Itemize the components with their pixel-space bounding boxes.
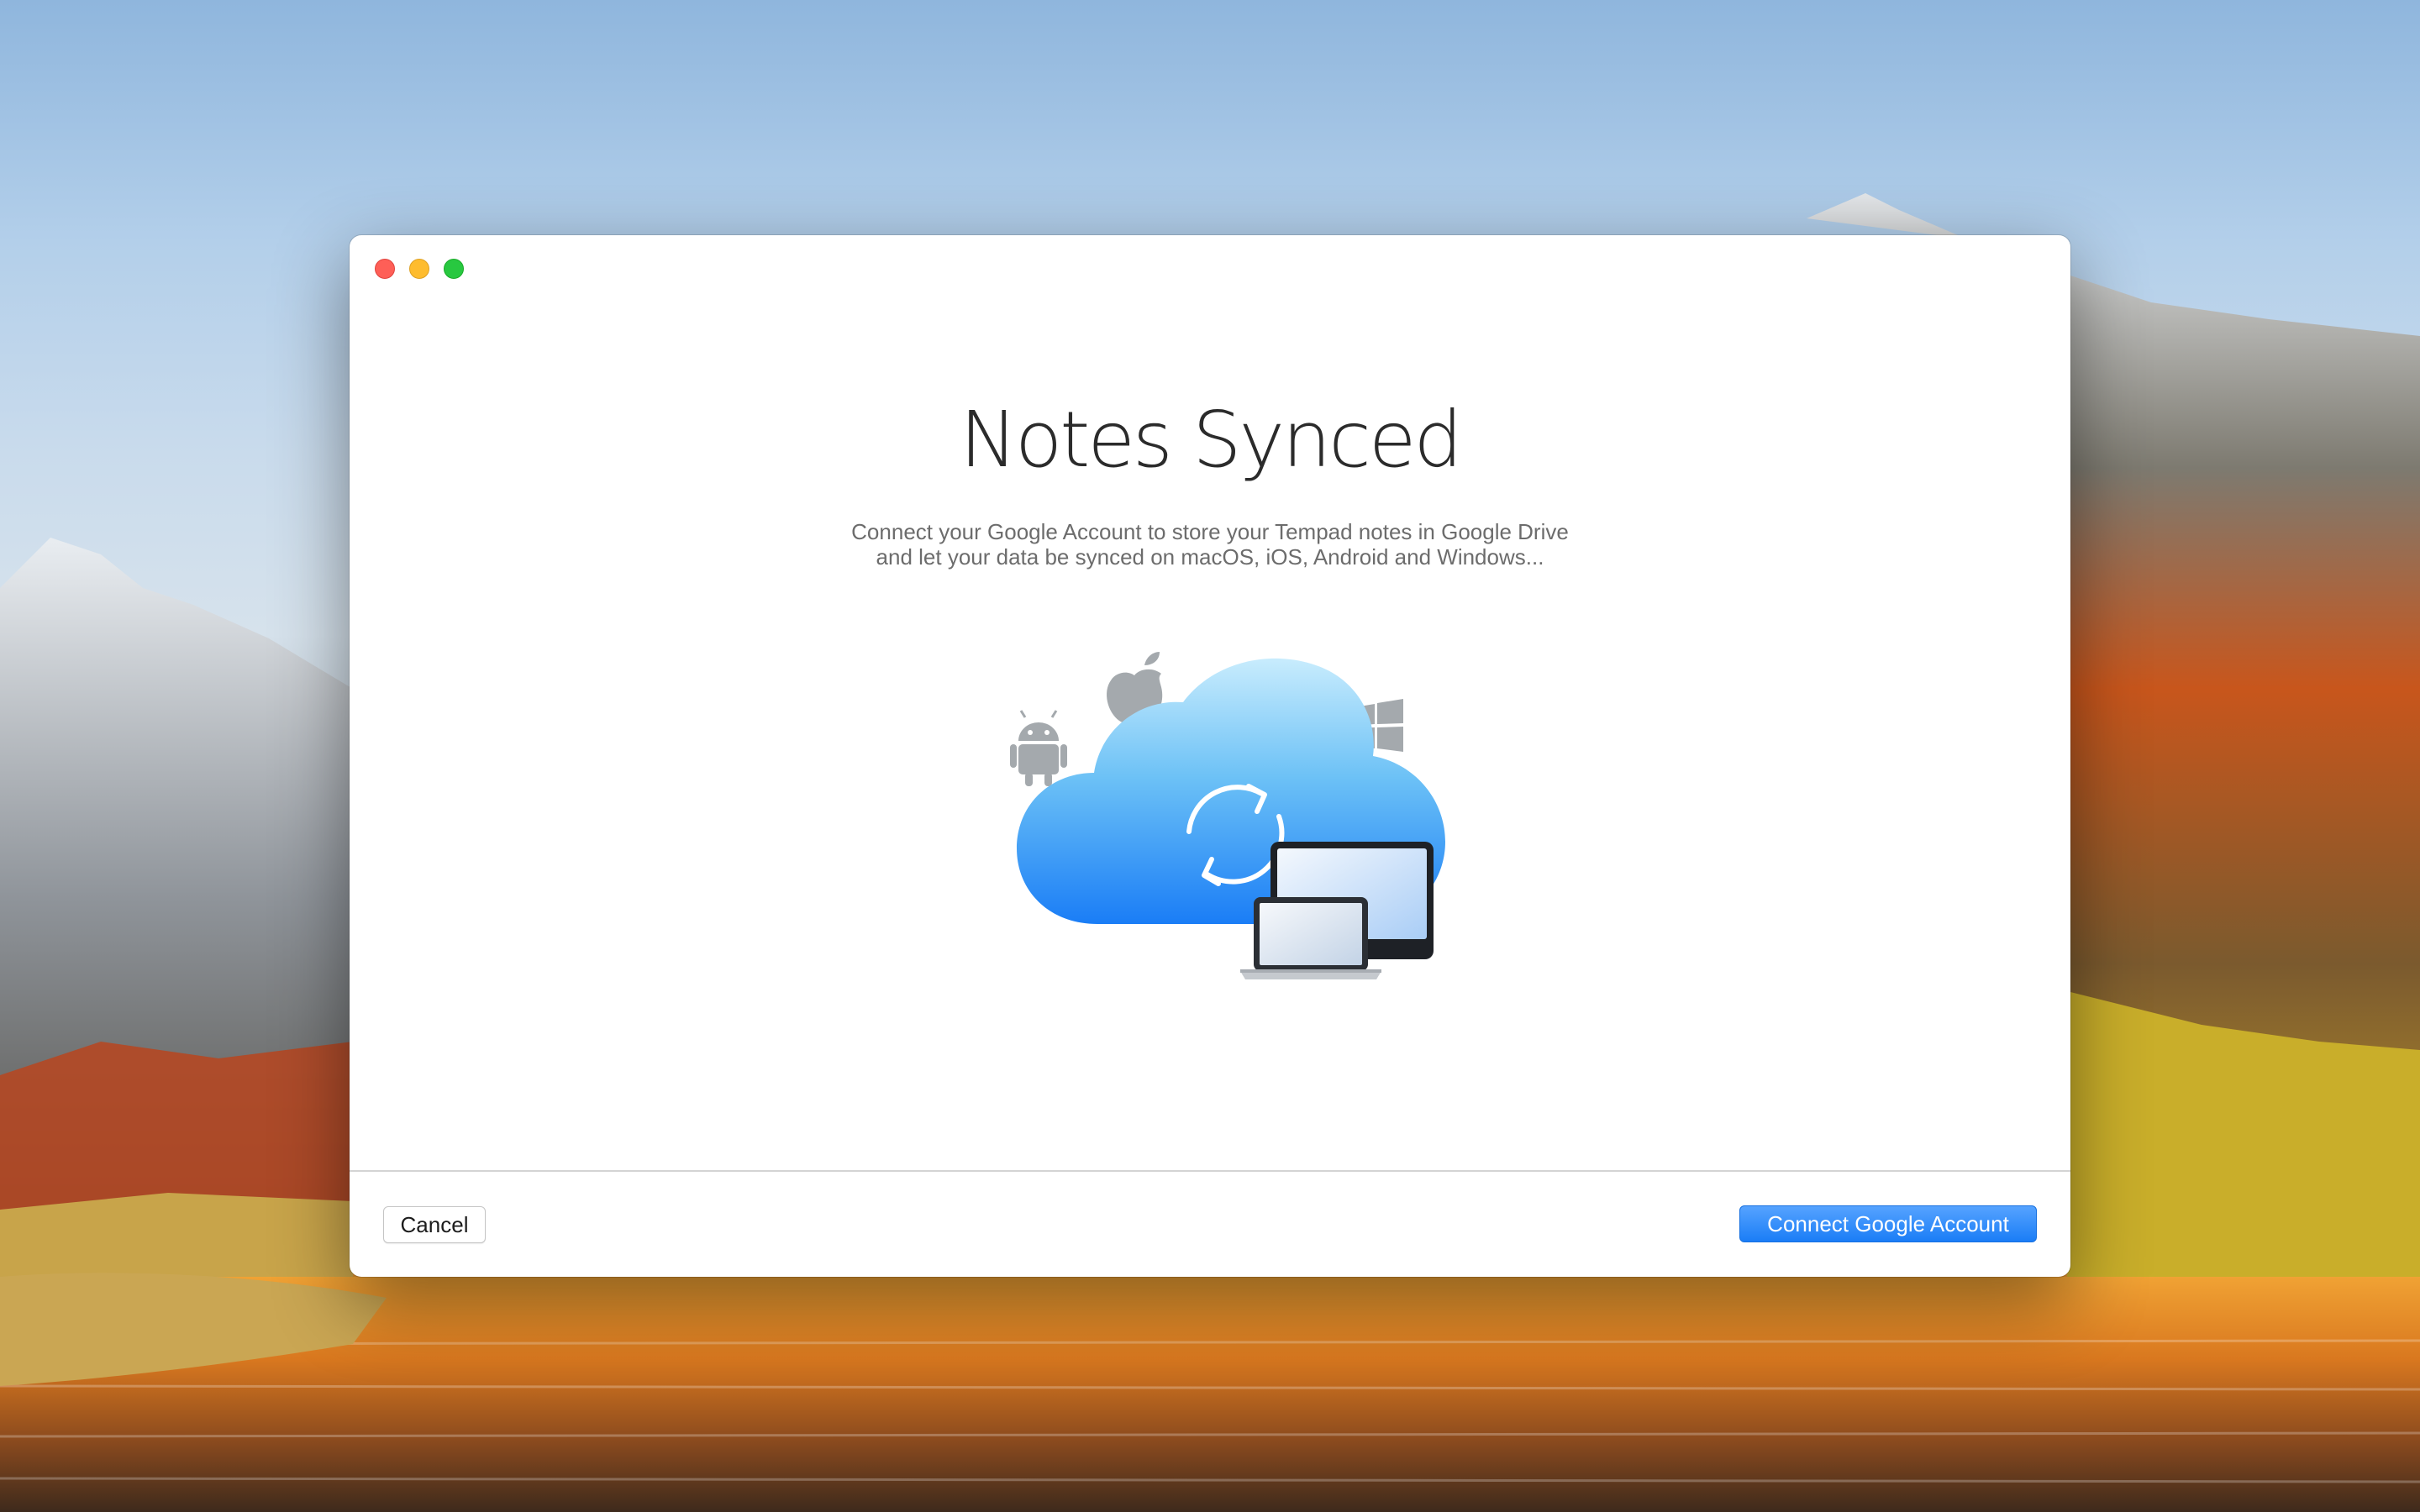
laptop-icon	[1240, 897, 1381, 979]
sync-dialog-window: Notes Synced Connect your Google Account…	[350, 235, 2070, 1277]
android-icon	[1010, 710, 1067, 786]
description-line-1: Connect your Google Account to store you…	[851, 519, 1569, 544]
sync-description: Connect your Google Account to store you…	[350, 519, 2070, 570]
description-line-2: and let your data be synced on macOS, iO…	[876, 544, 1544, 570]
zoom-window-button[interactable]	[444, 259, 464, 279]
minimize-window-button[interactable]	[409, 259, 429, 279]
window-controls	[375, 259, 464, 279]
desktop-wallpaper: Notes Synced Connect your Google Account…	[0, 0, 2420, 1512]
connect-google-account-button[interactable]: Connect Google Account	[1739, 1205, 2037, 1242]
page-title: Notes Synced	[960, 395, 1463, 485]
footer-divider	[350, 1170, 2070, 1172]
close-window-button[interactable]	[375, 259, 395, 279]
cancel-button[interactable]: Cancel	[383, 1206, 486, 1243]
cloud-sync-illustration	[1010, 652, 1445, 979]
